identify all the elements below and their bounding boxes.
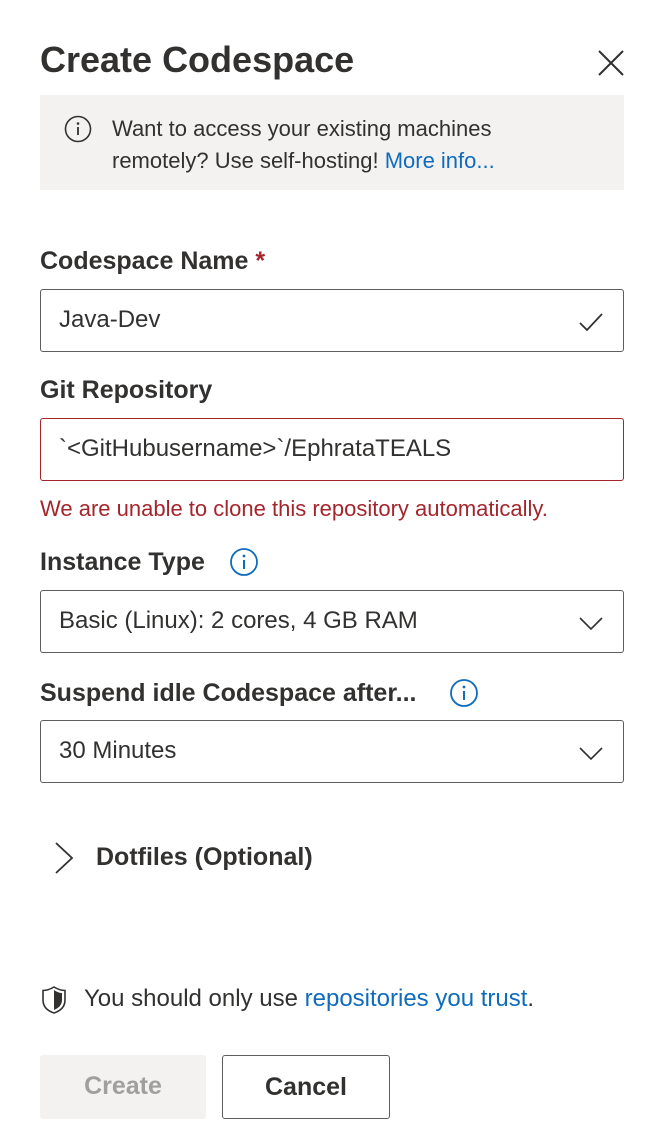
trust-message: You should only use repositories you tru… <box>84 982 534 1016</box>
suspend-idle-info-icon[interactable] <box>449 678 479 708</box>
suspend-idle-label: Suspend idle Codespace after... <box>40 677 417 709</box>
instance-type-label: Instance Type <box>40 546 205 578</box>
close-icon <box>598 50 624 76</box>
instance-type-value: Basic (Linux): 2 cores, 4 GB RAM <box>59 607 418 634</box>
git-repository-value: `<GitHubusername>`/EphrataTEALS <box>59 435 452 462</box>
chevron-down-icon <box>579 747 603 761</box>
instance-type-info-icon[interactable] <box>229 547 259 577</box>
suspend-idle-label-text: Suspend idle Codespace after... <box>40 679 417 707</box>
info-icon <box>64 115 92 143</box>
instance-type-select[interactable]: Basic (Linux): 2 cores, 4 GB RAM <box>40 590 624 653</box>
dotfiles-label: Dotfiles (Optional) <box>96 843 313 871</box>
dotfiles-toggle[interactable]: Dotfiles (Optional) <box>50 838 350 878</box>
codespace-name-input[interactable]: Java-Dev <box>40 289 624 352</box>
codespace-name-label: Codespace Name * <box>40 245 265 277</box>
suspend-idle-value: 30 Minutes <box>59 737 177 764</box>
git-repository-label: Git Repository <box>40 376 213 404</box>
close-button[interactable] <box>596 48 626 78</box>
cancel-button[interactable]: Cancel <box>222 1055 390 1119</box>
suspend-idle-select[interactable]: 30 Minutes <box>40 720 624 783</box>
dialog-title: Create Codespace <box>40 39 355 80</box>
required-marker: * <box>255 247 266 275</box>
trust-text: You should only use <box>84 985 298 1012</box>
create-button[interactable]: Create <box>40 1055 206 1119</box>
codespace-name-label-text: Codespace Name <box>40 247 249 275</box>
trust-suffix: . <box>527 985 535 1012</box>
instance-type-label-text: Instance Type <box>40 548 205 576</box>
codespace-name-value: Java-Dev <box>59 306 161 333</box>
more-info-link[interactable]: More info... <box>385 148 495 173</box>
info-banner: Want to access your existing machines re… <box>40 95 624 190</box>
shield-icon <box>42 986 66 1014</box>
repositories-trust-link[interactable]: repositories you trust <box>305 985 528 1012</box>
git-repository-error: We are unable to clone this repository a… <box>40 496 548 521</box>
banner-message: Want to access your existing machines re… <box>112 113 582 177</box>
chevron-down-icon <box>579 617 603 631</box>
git-repository-input[interactable]: `<GitHubusername>`/EphrataTEALS <box>40 418 624 481</box>
checkmark-icon <box>579 313 603 332</box>
chevron-right-icon <box>55 842 74 874</box>
